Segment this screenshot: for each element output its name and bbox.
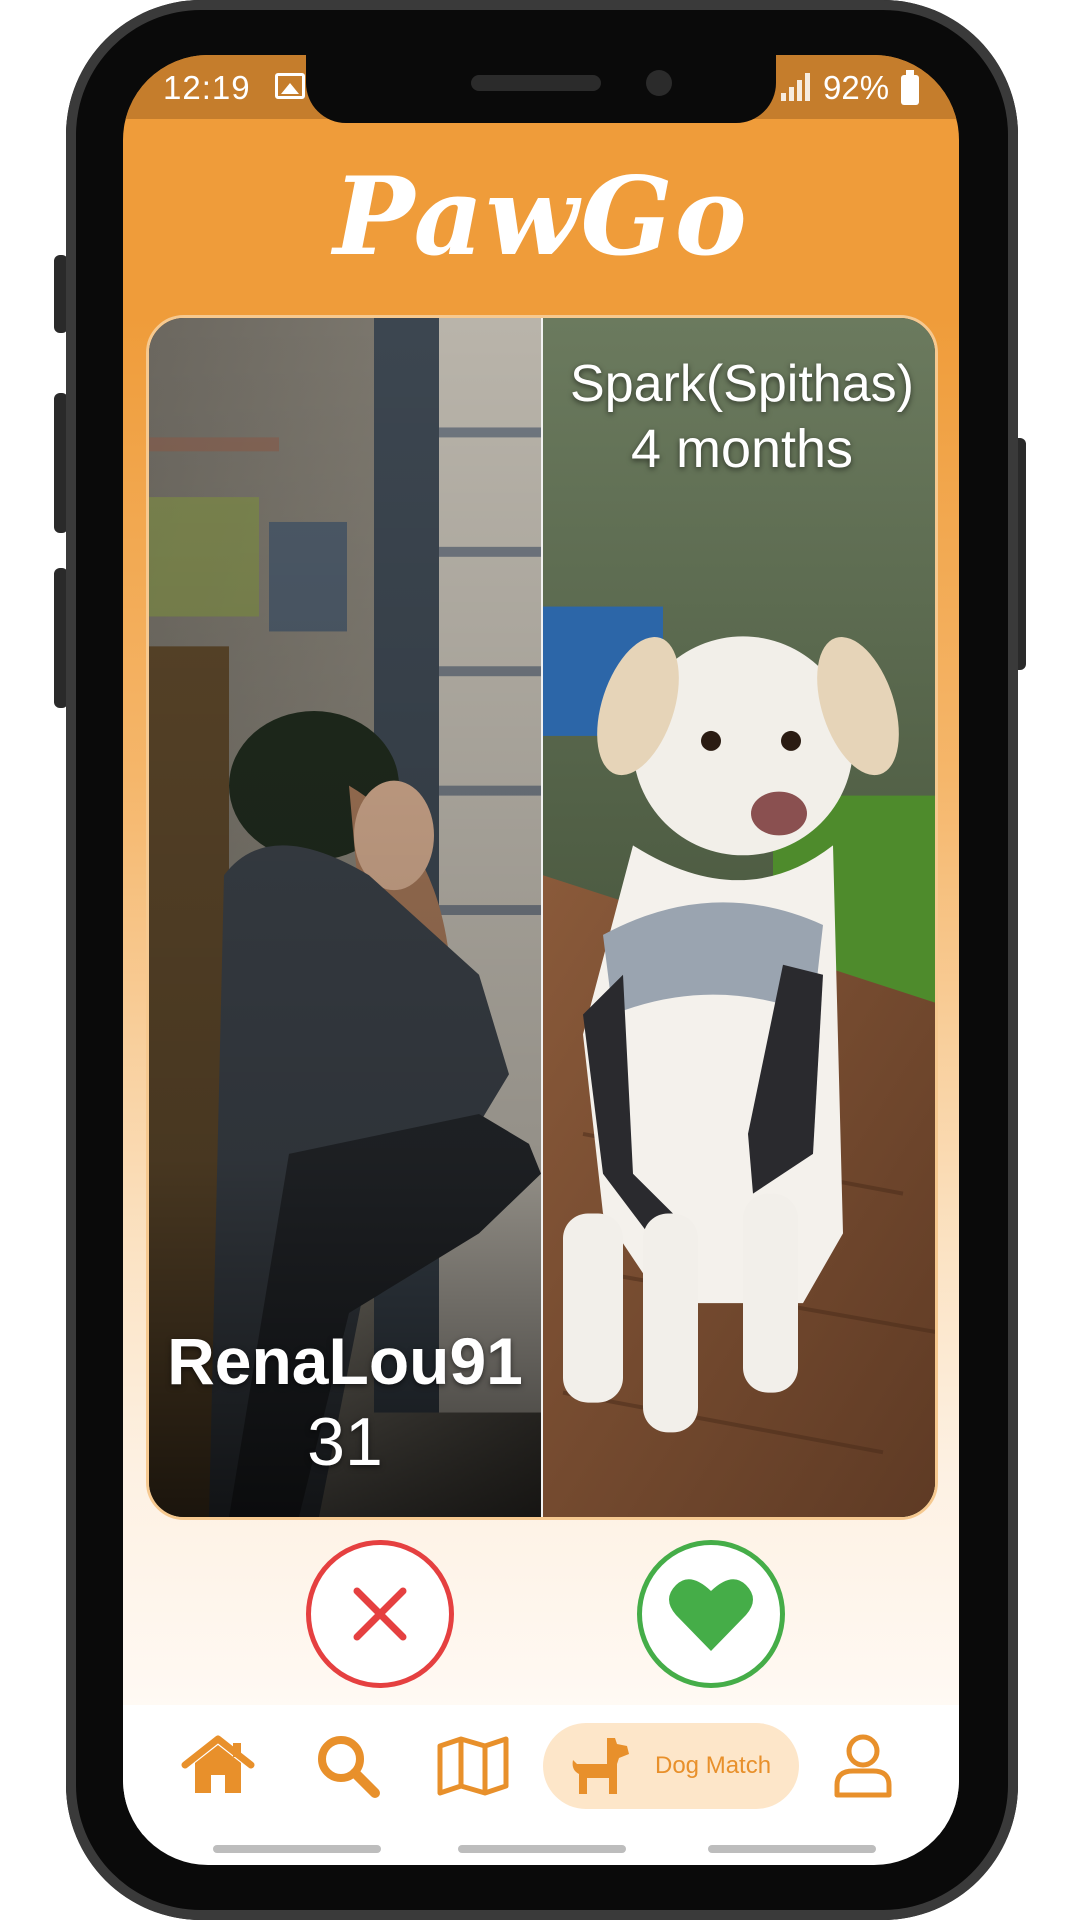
battery-percentage: 92% bbox=[823, 69, 890, 106]
profile-icon bbox=[834, 1734, 892, 1798]
dog-photo bbox=[543, 318, 935, 1517]
camera-notch bbox=[306, 55, 776, 123]
app-logo: PawGo bbox=[333, 154, 749, 280]
app-screen: 12:19 92% PawGo RenaLou91 31 Spark(Spith… bbox=[123, 55, 959, 1865]
nav-home[interactable] bbox=[173, 1723, 263, 1809]
dog-age: 4 months bbox=[630, 419, 854, 479]
reject-button[interactable] bbox=[306, 1540, 454, 1688]
home-icon bbox=[181, 1735, 255, 1793]
image-notification-icon bbox=[275, 73, 305, 99]
search-icon bbox=[318, 1736, 380, 1798]
gesture-bar-left bbox=[213, 1845, 381, 1853]
front-camera bbox=[646, 70, 672, 96]
owner-photo-panel: RenaLou91 31 bbox=[149, 318, 541, 1517]
nav-map[interactable] bbox=[428, 1723, 518, 1809]
status-time: 12:19 bbox=[163, 69, 251, 106]
bottom-navigation: Dog Match bbox=[123, 1705, 959, 1835]
earpiece-speaker bbox=[471, 75, 601, 91]
gesture-bar-home[interactable] bbox=[458, 1845, 626, 1853]
nav-search[interactable] bbox=[303, 1723, 393, 1809]
nav-dog-match[interactable]: Dog Match bbox=[543, 1723, 799, 1809]
nav-profile[interactable] bbox=[813, 1723, 913, 1809]
nav-dog-match-label: Dog Match bbox=[655, 1752, 772, 1779]
owner-age: 31 bbox=[307, 1404, 383, 1480]
battery-icon bbox=[901, 70, 919, 105]
map-icon bbox=[437, 1736, 509, 1796]
dog-photo-panel: Spark(Spithas) 4 months bbox=[543, 318, 935, 1517]
match-card[interactable]: RenaLou91 31 Spark(Spithas) 4 months bbox=[146, 315, 938, 1520]
like-button[interactable] bbox=[637, 1540, 785, 1688]
signal-icon bbox=[781, 71, 811, 101]
close-icon bbox=[353, 1587, 407, 1641]
gesture-bar-right bbox=[708, 1845, 876, 1853]
dog-name: Spark(Spithas) bbox=[570, 355, 914, 413]
owner-username: RenaLou91 bbox=[167, 1324, 523, 1398]
dog-icon bbox=[572, 1738, 629, 1794]
heart-icon bbox=[669, 1579, 753, 1651]
